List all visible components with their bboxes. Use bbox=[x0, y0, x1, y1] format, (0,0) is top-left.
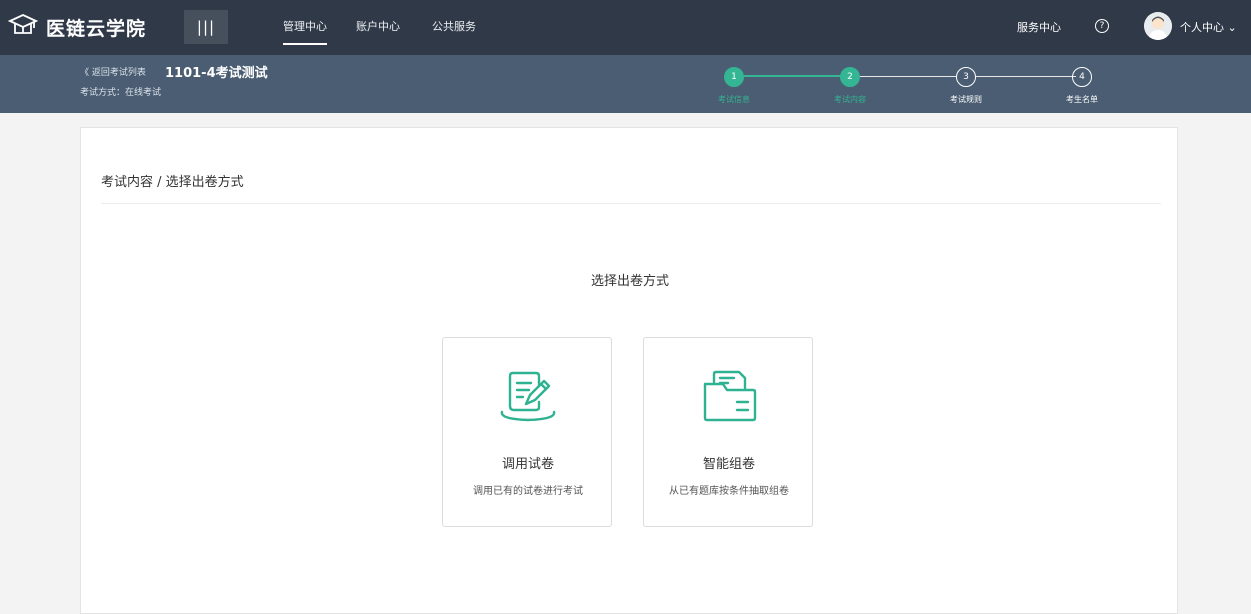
step-connector bbox=[860, 76, 956, 77]
step-4-label: 考生名单 bbox=[1066, 95, 1098, 104]
section-title: 选择出卷方式 bbox=[590, 274, 669, 289]
graduation-cap-icon bbox=[7, 12, 39, 42]
breadcrumb: 考试内容 / 选择出卷方式 bbox=[101, 175, 244, 190]
back-to-exam-list-link[interactable]: 《 返回考试列表 bbox=[80, 65, 146, 78]
logo-text: 医链云学院 bbox=[46, 17, 147, 40]
exam-header: 《 返回考试列表 1101-4考试测试 考试方式：在线考试 1 2 3 4 考试… bbox=[0, 55, 1251, 113]
folder-document-icon bbox=[644, 366, 814, 436]
nav-management-center[interactable]: 管理中心 bbox=[283, 18, 327, 45]
nav-public-service[interactable]: 公共服务 bbox=[432, 18, 476, 34]
step-4-circle[interactable]: 4 bbox=[1072, 67, 1092, 87]
edit-paper-icon bbox=[443, 366, 613, 436]
option-description: 从已有题库按条件抽取组卷 bbox=[669, 486, 789, 497]
content-card: 考试内容 / 选择出卷方式 选择出卷方式 调用试卷 调用已有的试卷进行考试 智能… bbox=[80, 127, 1178, 614]
top-navigation: 医链云学院 ||| 管理中心 账户中心 公共服务 服务中心 ? 个人中心 ⌄ bbox=[0, 0, 1251, 55]
step-2-circle[interactable]: 2 bbox=[840, 67, 860, 87]
user-center-menu[interactable]: 个人中心 ⌄ bbox=[1180, 19, 1237, 35]
option-name: 智能组卷 bbox=[702, 457, 755, 472]
step-1-circle[interactable]: 1 bbox=[724, 67, 744, 87]
step-3-label: 考试规则 bbox=[950, 95, 982, 104]
divider bbox=[101, 203, 1161, 204]
help-icon[interactable]: ? bbox=[1095, 19, 1109, 33]
logo[interactable]: 医链云学院 bbox=[7, 12, 147, 42]
exam-mode: 考试方式：在线考试 bbox=[80, 88, 162, 98]
service-center-link[interactable]: 服务中心 bbox=[1017, 19, 1061, 35]
smart-assembly-option[interactable]: 智能组卷 从已有题库按条件抽取组卷 bbox=[643, 337, 813, 527]
menu-toggle-button[interactable]: ||| bbox=[184, 10, 228, 44]
step-progress: 1 2 3 4 考试信息 考试内容 考试规则 考生名单 bbox=[718, 61, 1120, 107]
step-connector bbox=[744, 75, 850, 77]
step-connector bbox=[976, 76, 1076, 77]
avatar[interactable] bbox=[1144, 12, 1172, 40]
step-1-label: 考试信息 bbox=[718, 95, 750, 104]
step-3-circle[interactable]: 3 bbox=[956, 67, 976, 87]
step-2-label: 考试内容 bbox=[834, 95, 866, 104]
option-name: 调用试卷 bbox=[501, 457, 554, 472]
option-description: 调用已有的试卷进行考试 bbox=[473, 486, 583, 497]
nav-account-center[interactable]: 账户中心 bbox=[356, 18, 400, 34]
use-existing-paper-option[interactable]: 调用试卷 调用已有的试卷进行考试 bbox=[442, 337, 612, 527]
exam-title: 1101-4考试测试 bbox=[165, 66, 268, 81]
